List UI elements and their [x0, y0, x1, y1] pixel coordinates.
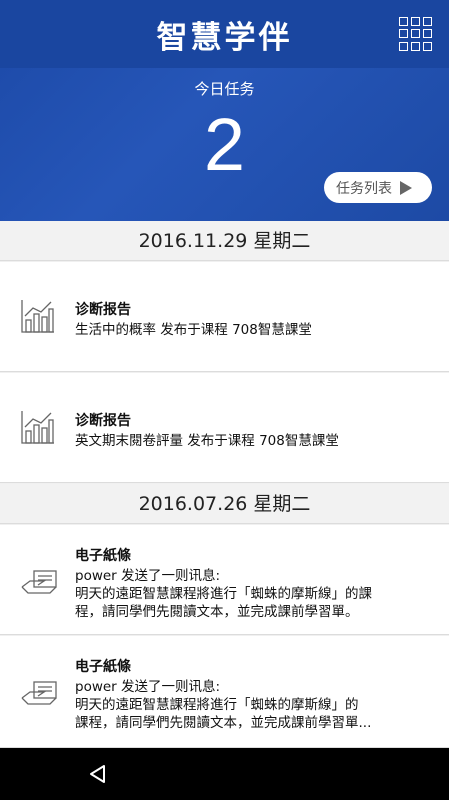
hand-note-icon — [21, 681, 57, 705]
item-title: 电子紙條 — [75, 659, 131, 675]
item-title: 诊断报告 — [75, 413, 131, 429]
date-header: 2016.11.29 星期二 — [0, 221, 449, 261]
task-list-button[interactable]: 任务列表 — [324, 172, 432, 203]
screen: 智慧学伴 今日任务 2 任务列表 2016.11.29 星期二 诊断报告 生活中… — [0, 0, 449, 800]
today-task-count: 2 — [203, 103, 246, 186]
item-text: 英文期末閱卷評量 发布于课程 708智慧課堂 — [75, 433, 339, 449]
list-item[interactable]: 电子紙條 power 发送了一则讯息: 明天的遠距智慧課程將進行「蜘蛛的摩斯線」… — [0, 525, 449, 635]
item-title: 诊断报告 — [75, 302, 131, 318]
item-text: 課程，請同學們先閱讀文本，並完成課前學習單... — [75, 715, 372, 731]
date-header: 2016.07.26 星期二 — [0, 484, 449, 524]
list-item[interactable]: 诊断报告 英文期末閱卷評量 发布于课程 708智慧課堂 — [0, 373, 449, 483]
item-text: 程，請同學們先閱讀文本，並完成課前學習單。 — [75, 604, 359, 620]
list-item[interactable]: 诊断报告 生活中的概率 发布于课程 708智慧課堂 — [0, 262, 449, 372]
task-list-button-label: 任务列表 — [336, 180, 392, 197]
header: 智慧学伴 今日任务 2 任务列表 — [0, 0, 449, 221]
bar-chart-icon — [21, 411, 54, 444]
item-text: power 发送了一则讯息: — [75, 568, 221, 584]
hand-note-icon — [21, 570, 57, 594]
item-text: 生活中的概率 发布于课程 708智慧課堂 — [75, 322, 312, 338]
today-task-label: 今日任务 — [194, 80, 255, 98]
top-bar: 智慧学伴 — [0, 0, 449, 68]
item-text: 明天的遠距智慧課程將進行「蜘蛛的摩斯線」的 — [75, 697, 359, 713]
system-nav-bar — [0, 748, 449, 800]
grid-menu-icon[interactable] — [399, 17, 433, 51]
item-text: power 发送了一则讯息: — [75, 679, 221, 695]
bar-chart-icon — [21, 300, 54, 333]
item-text: 明天的遠距智慧課程將進行「蜘蛛的摩斯線」的課 — [75, 586, 372, 602]
back-triangle-icon[interactable] — [88, 764, 108, 784]
app-title: 智慧学伴 — [156, 20, 293, 56]
item-title: 电子紙條 — [75, 548, 131, 564]
list-item[interactable]: 电子紙條 power 发送了一则讯息: 明天的遠距智慧課程將進行「蜘蛛的摩斯線」… — [0, 636, 449, 748]
play-arrow-icon — [400, 180, 412, 195]
